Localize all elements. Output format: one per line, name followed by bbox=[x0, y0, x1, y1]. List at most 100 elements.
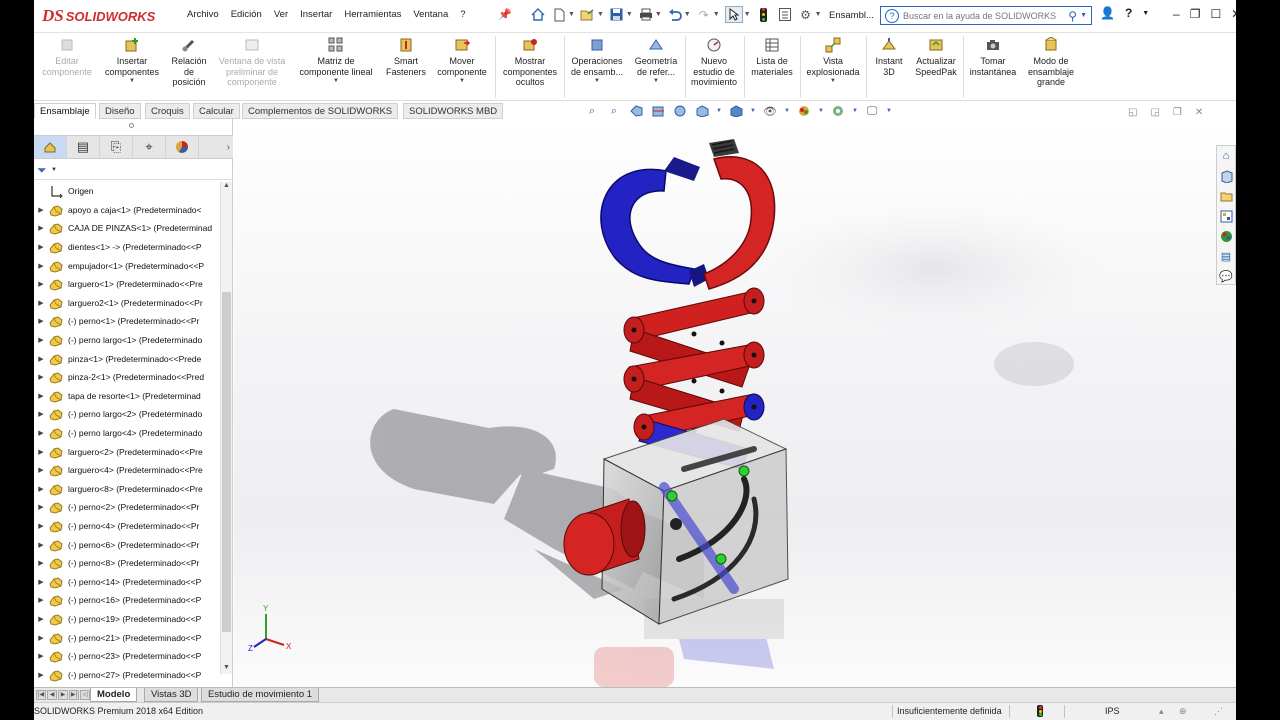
tree-item[interactable]: ▶ (-) perno<21> (Predeterminado<<P bbox=[34, 628, 220, 647]
solidworks-logo[interactable]: DS SOLIDWORKS bbox=[42, 6, 155, 26]
select-cursor-icon[interactable] bbox=[724, 6, 743, 23]
design-library-icon[interactable] bbox=[1218, 168, 1234, 184]
expand-arrow-icon[interactable]: ▶ bbox=[34, 634, 48, 642]
scroll-up-icon[interactable]: ▲ bbox=[221, 182, 232, 192]
first-tab-icon[interactable]: |◀ bbox=[36, 690, 46, 700]
apply-scene-icon[interactable] bbox=[830, 104, 846, 118]
tree-item[interactable]: ▶ empujador<1> (Predeterminado<<P bbox=[34, 256, 220, 275]
select-dropdown-icon[interactable]: ▼ bbox=[744, 11, 751, 18]
rebuild-traffic-light-icon[interactable] bbox=[756, 6, 772, 23]
menu-ver[interactable]: Ver bbox=[268, 9, 294, 20]
tree-item[interactable]: ▶ (-) perno<19> (Predeterminado<<P bbox=[34, 610, 220, 629]
tree-item[interactable]: ▶ (-) perno largo<1> (Predeterminado bbox=[34, 331, 220, 350]
save-dropdown-icon[interactable]: ▼ bbox=[626, 11, 633, 18]
dimxpert-tab-icon[interactable]: ⌖ bbox=[133, 136, 166, 158]
print-icon[interactable] bbox=[638, 6, 654, 23]
assembly-features-dropdown-icon[interactable]: ▼ bbox=[594, 78, 600, 84]
help-dropdown-icon[interactable]: ▼ bbox=[1142, 10, 1149, 17]
large-assembly-button[interactable]: Modo de ensamblaje grande bbox=[1023, 37, 1079, 88]
exploded-view-dropdown-icon[interactable]: ▼ bbox=[830, 78, 836, 84]
last-tab-icon[interactable]: ▶| bbox=[69, 690, 79, 700]
linear-pattern-dropdown-icon[interactable]: ▼ bbox=[333, 78, 339, 84]
units-dropdown-icon[interactable]: ▴ bbox=[1159, 706, 1164, 717]
restore-icon[interactable]: ❐ bbox=[1190, 7, 1201, 21]
expand-arrow-icon[interactable]: ▶ bbox=[34, 243, 48, 251]
view-settings-dropdown-icon[interactable]: ▼ bbox=[886, 104, 892, 118]
tree-item[interactable]: ▶ (-) perno<2> (Predeterminado<<Pr bbox=[34, 498, 220, 517]
expand-arrow-icon[interactable]: ▶ bbox=[34, 280, 48, 288]
tree-item[interactable]: ▶ (-) perno<27> (Predeterminado<<P bbox=[34, 665, 220, 682]
scroll-thumb[interactable] bbox=[222, 292, 231, 632]
help-search-box[interactable]: ? Buscar en la ayuda de SOLIDWORKS ⚲ ▼ bbox=[880, 6, 1092, 25]
expand-arrow-icon[interactable]: ▶ bbox=[34, 355, 48, 363]
tab-solidworks-mbd[interactable]: SOLIDWORKS MBD bbox=[403, 103, 504, 119]
file-properties-icon[interactable] bbox=[777, 6, 793, 23]
view-orientation-dropdown-icon[interactable]: ▼ bbox=[716, 104, 722, 118]
tree-item[interactable]: ▶ apoyo a caja<1> (Predeterminado< bbox=[34, 201, 220, 220]
filter-icon[interactable]: ⏷ bbox=[37, 163, 47, 178]
tab-modelo[interactable]: Modelo bbox=[90, 688, 138, 702]
expand-arrow-icon[interactable]: ▶ bbox=[34, 317, 48, 325]
viewport-expand-icon[interactable]: ◲ bbox=[1150, 107, 1159, 118]
tab-ensamblaje[interactable]: Ensamblaje bbox=[34, 103, 96, 119]
tree-item[interactable]: ▶ (-) perno<6> (Predeterminado<<Pr bbox=[34, 535, 220, 554]
instant3d-button[interactable]: Instant 3D bbox=[868, 37, 910, 77]
undo-icon[interactable] bbox=[667, 6, 683, 23]
tree-item[interactable]: ▶ (-) perno<4> (Predeterminado<<Pr bbox=[34, 517, 220, 536]
tab-complementos[interactable]: Complementos de SOLIDWORKS bbox=[242, 103, 399, 119]
scroll-down-icon[interactable]: ▼ bbox=[221, 664, 232, 674]
tree-item[interactable]: ▶ larguero<4> (Predeterminado<<Pre bbox=[34, 461, 220, 480]
insert-components-button[interactable]: Insertar componentes ▼ bbox=[100, 37, 164, 84]
show-hidden-button[interactable]: Mostrar componentes ocultos bbox=[498, 37, 562, 88]
tree-item[interactable]: ▶ pinza<1> (Predeterminado<<Prede bbox=[34, 349, 220, 368]
expand-arrow-icon[interactable]: ▶ bbox=[34, 262, 48, 270]
solidworks-forum-icon[interactable]: 💬 bbox=[1218, 268, 1234, 284]
preview-window-button[interactable]: Ventana de vista preliminar de component… bbox=[215, 37, 289, 88]
minimize-icon[interactable]: – bbox=[1173, 7, 1180, 21]
tree-item[interactable]: ▶ larguero2<1> (Predeterminado<<Pr bbox=[34, 294, 220, 313]
menu-edicion[interactable]: Edición bbox=[225, 9, 268, 20]
speedpak-button[interactable]: Actualizar SpeedPak bbox=[911, 37, 961, 77]
tree-item[interactable]: ▶ (-) perno<8> (Predeterminado<<Pr bbox=[34, 554, 220, 573]
expand-arrow-icon[interactable]: ▶ bbox=[34, 522, 48, 530]
redo-dropdown-icon[interactable]: ▼ bbox=[713, 11, 720, 18]
display-style-icon[interactable] bbox=[728, 104, 744, 118]
search-input[interactable]: Buscar en la ayuda de SOLIDWORKS bbox=[903, 11, 1068, 21]
tree-item[interactable]: ▶ (-) perno<14> (Predeterminado<<P bbox=[34, 572, 220, 591]
edit-component-button[interactable]: Editar componente bbox=[39, 37, 95, 77]
menu-help[interactable]: ? bbox=[454, 9, 471, 20]
viewport-restore-icon[interactable]: ❐ bbox=[1173, 107, 1182, 118]
zoom-to-area-icon[interactable]: ⌕ bbox=[606, 104, 622, 118]
redo-icon[interactable]: ↷ bbox=[696, 6, 712, 23]
file-explorer-icon[interactable] bbox=[1218, 188, 1234, 204]
print-dropdown-icon[interactable]: ▼ bbox=[655, 11, 662, 18]
expand-arrow-icon[interactable]: ▶ bbox=[34, 206, 48, 214]
new-dropdown-icon[interactable]: ▼ bbox=[568, 11, 575, 18]
tree-item[interactable]: ▶ (-) perno largo<4> (Predeterminado bbox=[34, 424, 220, 443]
assembly-features-button[interactable]: Operaciones de ensamb... ▼ bbox=[567, 37, 627, 84]
hide-show-dropdown-icon[interactable]: ▼ bbox=[784, 104, 790, 118]
panel-collapse-handle[interactable] bbox=[129, 123, 134, 128]
move-component-dropdown-icon[interactable]: ▼ bbox=[459, 78, 465, 84]
tab-vistas-3d[interactable]: Vistas 3D bbox=[144, 688, 199, 702]
previous-view-icon[interactable] bbox=[628, 104, 644, 118]
expand-arrow-icon[interactable]: ▶ bbox=[34, 559, 48, 567]
search-dropdown-icon[interactable]: ▼ bbox=[1080, 12, 1087, 19]
expand-arrow-icon[interactable]: ▶ bbox=[34, 541, 48, 549]
expand-arrow-icon[interactable]: ▶ bbox=[34, 466, 48, 474]
expand-arrow-icon[interactable]: ▶ bbox=[34, 578, 48, 586]
tree-item[interactable]: ▶ tapa de resorte<1> (Predeterminad bbox=[34, 387, 220, 406]
tree-origin[interactable]: Origen bbox=[34, 182, 220, 201]
maximize-icon[interactable]: ☐ bbox=[1210, 7, 1221, 21]
reference-geometry-dropdown-icon[interactable]: ▼ bbox=[653, 78, 659, 84]
expand-arrow-icon[interactable]: ▶ bbox=[34, 299, 48, 307]
view-orientation-icon[interactable] bbox=[694, 104, 710, 118]
rebuild-status-icon[interactable] bbox=[1037, 705, 1043, 719]
menu-ventana[interactable]: Ventana bbox=[407, 9, 454, 20]
close-icon[interactable]: ✕ bbox=[1231, 7, 1236, 21]
expand-arrow-icon[interactable]: ▶ bbox=[34, 652, 48, 660]
exploded-view-button[interactable]: Vista explosionada ▼ bbox=[802, 37, 864, 84]
menu-insertar[interactable]: Insertar bbox=[294, 9, 338, 20]
expand-arrow-icon[interactable]: ▶ bbox=[34, 503, 48, 511]
expand-arrow-icon[interactable]: ▶ bbox=[34, 392, 48, 400]
